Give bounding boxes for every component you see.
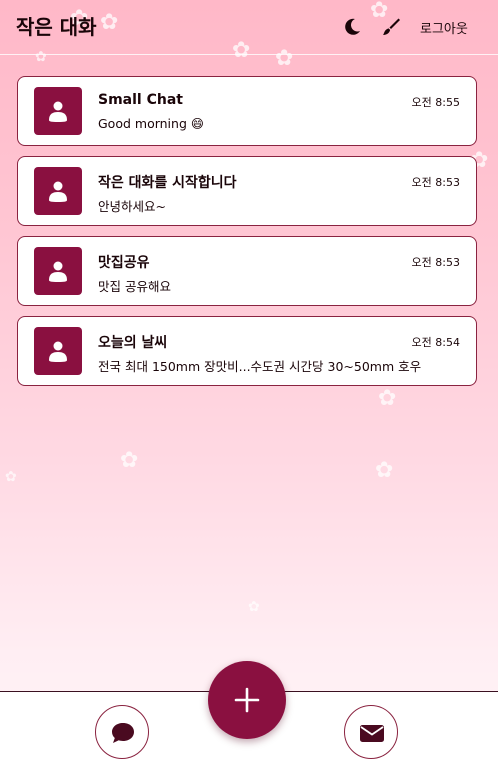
chat-room-time: 오전 8:54 [411, 336, 460, 349]
chat-bubble-icon [112, 723, 134, 743]
blossom-decoration: ✿ [248, 599, 260, 615]
paintbrush-icon[interactable] [380, 16, 402, 38]
chat-room-name: 오늘의 날씨 [98, 335, 168, 351]
user-avatar-icon [34, 167, 82, 215]
chat-room-preview: Good morning 😄 [98, 116, 204, 131]
chat-list: Small Chat 오전 8:55 Good morning 😄 작은 대화를… [17, 76, 477, 396]
blossom-decoration: ✿ [120, 448, 139, 473]
chat-room-name: 작은 대화를 시작합니다 [98, 175, 237, 191]
messages-button[interactable] [344, 705, 398, 759]
app-title: 작은 대화 [16, 15, 97, 39]
blossom-decoration: ✿ [375, 458, 394, 483]
chat-list-button[interactable] [95, 705, 149, 759]
user-avatar-icon [34, 87, 82, 135]
plus-icon [234, 687, 260, 713]
chat-room-item[interactable]: 작은 대화를 시작합니다 오전 8:53 안녕하세요~ [17, 156, 477, 226]
chat-room-time: 오전 8:53 [411, 176, 460, 189]
chat-room-item[interactable]: Small Chat 오전 8:55 Good morning 😄 [17, 76, 477, 146]
chat-room-item[interactable]: 맛집공유 오전 8:53 맛집 공유해요 [17, 236, 477, 306]
chat-room-preview: 맛집 공유해요 [98, 279, 171, 294]
chat-room-item[interactable]: 오늘의 날씨 오전 8:54 전국 최대 150mm 장맛비...수도권 시간당… [17, 316, 477, 386]
chat-room-name: Small Chat [98, 92, 183, 108]
chat-room-time: 오전 8:55 [411, 96, 460, 109]
moon-icon[interactable] [341, 16, 363, 38]
chat-room-preview: 전국 최대 150mm 장맛비...수도권 시간당 30~50mm 호우 [98, 359, 422, 374]
new-chat-button[interactable] [208, 661, 286, 739]
user-avatar-icon [34, 327, 82, 375]
logout-button[interactable]: 로그아웃 [420, 18, 468, 37]
user-avatar-icon [34, 247, 82, 295]
chat-room-preview: 안녕하세요~ [98, 199, 166, 214]
blossom-decoration: ✿ [5, 469, 17, 485]
chat-room-name: 맛집공유 [98, 255, 150, 271]
envelope-icon [360, 725, 384, 742]
app-header: 작은 대화 로그아웃 [0, 0, 498, 55]
chat-room-time: 오전 8:53 [411, 256, 460, 269]
